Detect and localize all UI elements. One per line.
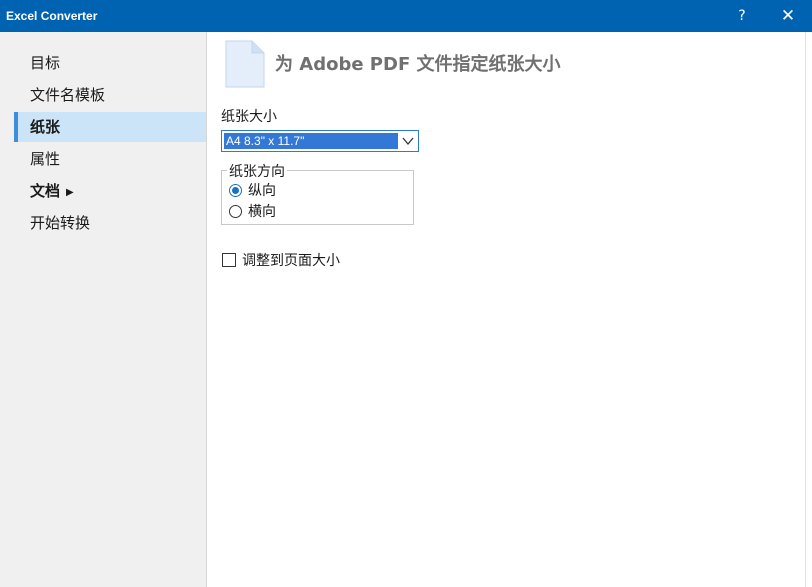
sidebar-item-label: 文件名模板 [30, 86, 106, 104]
sidebar-item-label: 文档 [30, 182, 61, 200]
orientation-portrait-radio[interactable]: 纵向 [229, 180, 276, 200]
checkbox-unchecked-icon [222, 253, 236, 267]
radio-label: 横向 [248, 204, 276, 220]
fit-to-page-checkbox[interactable]: 调整到页面大小 [222, 250, 340, 270]
sidebar-item-paper[interactable]: 纸张 [14, 112, 206, 142]
document-icon [225, 40, 265, 88]
sidebar-item-label: 开始转换 [30, 214, 91, 232]
sidebar-item-filename-template[interactable]: 文件名模板 [14, 80, 206, 110]
radio-label: 纵向 [248, 183, 276, 199]
paper-size-label: 纸张大小 [221, 109, 277, 125]
submenu-arrow-icon: ▶ [66, 187, 74, 198]
sidebar-item-label: 纸张 [30, 118, 61, 136]
sidebar-item-document[interactable]: 文档 ▶ [14, 176, 206, 206]
orientation-legend: 纸张方向 [227, 161, 287, 181]
close-button[interactable]: ✕ [774, 4, 802, 28]
paper-size-select[interactable]: A4 8.3" x 11.7" [221, 130, 419, 152]
sidebar-item-label: 属性 [30, 150, 61, 168]
sidebar-item-label: 目标 [30, 54, 61, 72]
sidebar-item-target[interactable]: 目标 [14, 48, 206, 78]
radio-unchecked-icon [229, 205, 242, 218]
orientation-landscape-radio[interactable]: 横向 [229, 201, 276, 221]
sidebar-item-properties[interactable]: 属性 [14, 144, 206, 174]
sidebar-item-start-conversion[interactable]: 开始转换 [14, 208, 206, 238]
checkbox-label: 调整到页面大小 [242, 253, 340, 269]
radio-checked-icon [229, 184, 242, 197]
window-title: Excel Converter [6, 9, 98, 23]
sidebar: 目标 文件名模板 纸张 属性 文档 ▶ 开始转换 [0, 32, 207, 587]
page-title: 为 Adobe PDF 文件指定纸张大小 [275, 54, 561, 75]
help-button[interactable]: ? [730, 5, 754, 27]
right-edge-strip [805, 32, 812, 587]
chevron-down-icon [402, 137, 414, 146]
paper-size-value: A4 8.3" x 11.7" [224, 133, 398, 149]
main-panel: 为 Adobe PDF 文件指定纸张大小 纸张大小 A4 8.3" x 11.7… [207, 32, 805, 587]
title-bar: Excel Converter ? ✕ [0, 0, 812, 32]
